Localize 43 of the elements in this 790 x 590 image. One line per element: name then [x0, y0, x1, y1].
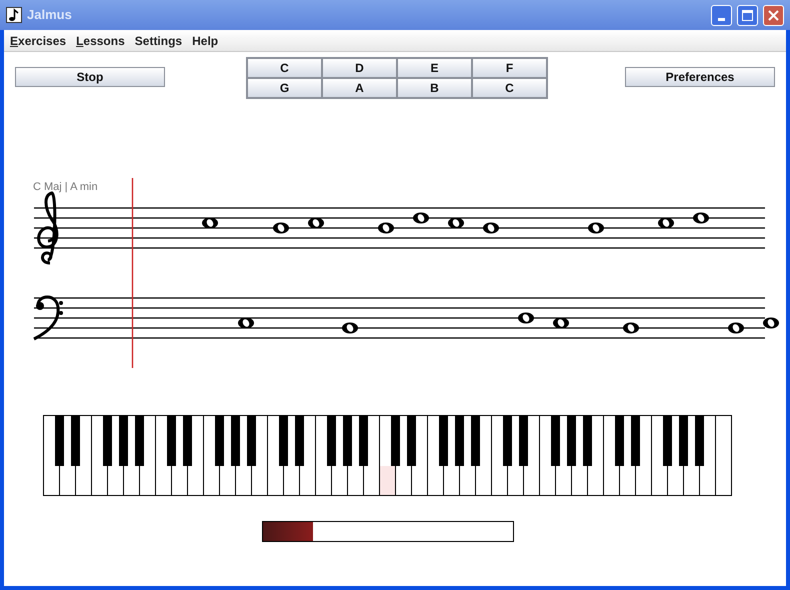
whole-note-icon — [202, 218, 218, 228]
note-button[interactable]: C — [472, 78, 547, 98]
whole-note-icon — [623, 322, 639, 334]
whole-note-icon — [518, 312, 534, 324]
key-signature: C Maj | A min — [33, 180, 98, 195]
menu-item[interactable]: Exercises — [7, 32, 70, 50]
preferences-button[interactable]: Preferences — [625, 67, 775, 87]
treble-clef-icon — [37, 192, 58, 264]
whole-note-icon — [342, 322, 358, 334]
note-button[interactable]: D — [322, 58, 397, 78]
note-button[interactable]: C — [247, 58, 322, 78]
close-button[interactable] — [763, 4, 784, 26]
bass-clef-icon — [33, 296, 63, 340]
whole-note-icon — [658, 218, 674, 228]
minimize-icon — [718, 18, 725, 20]
maximize-button[interactable] — [737, 4, 758, 26]
whole-note-icon — [413, 212, 429, 224]
note-button[interactable]: G — [247, 78, 322, 98]
whole-note-icon — [588, 222, 604, 234]
stop-button[interactable]: Stop — [15, 67, 165, 87]
whole-note-icon — [448, 218, 464, 228]
close-icon — [768, 10, 779, 20]
note-button[interactable]: E — [397, 58, 472, 78]
note-button[interactable]: F — [472, 58, 547, 78]
music-note-icon — [6, 7, 22, 23]
window-title: Jalmus — [27, 6, 73, 24]
whole-note-icon — [553, 318, 569, 328]
whole-note-icon — [378, 222, 394, 234]
menu-item[interactable]: Settings — [132, 32, 186, 50]
whole-note-icon — [693, 212, 709, 224]
menu-item[interactable]: Lessons — [73, 32, 128, 50]
whole-note-icon — [483, 222, 499, 234]
whole-note-icon — [308, 218, 324, 228]
minimize-button[interactable] — [711, 4, 732, 26]
piano-key[interactable] — [380, 466, 396, 495]
whole-note-icon — [728, 322, 744, 334]
note-button[interactable]: B — [397, 78, 472, 98]
whole-note-icon — [763, 318, 779, 328]
whole-note-icon — [238, 318, 254, 328]
menu-item[interactable]: Help — [189, 32, 222, 50]
maximize-icon — [742, 10, 753, 20]
note-button[interactable]: A — [322, 78, 397, 98]
whole-note-icon — [273, 222, 289, 234]
